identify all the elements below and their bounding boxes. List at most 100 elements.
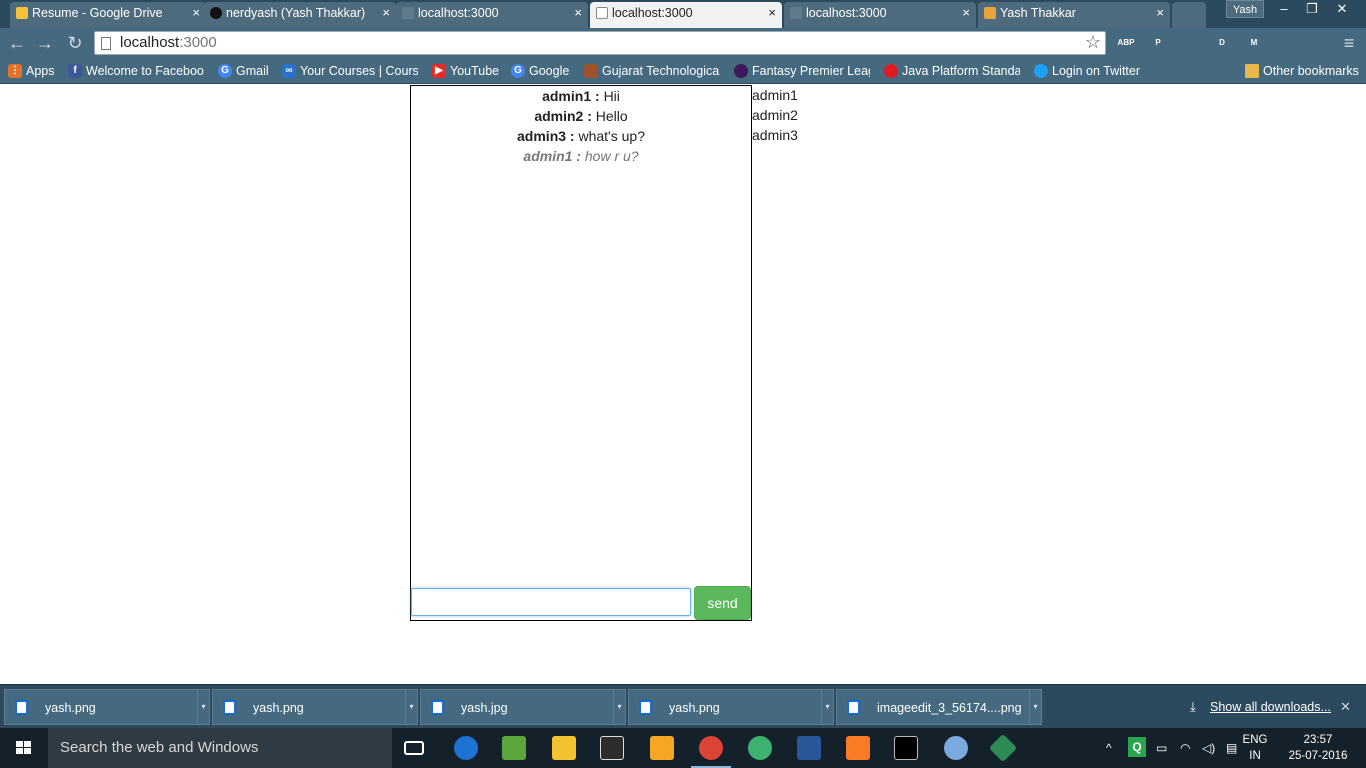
- menu-icon[interactable]: ≡: [1338, 32, 1360, 54]
- download-item[interactable]: yash.jpg ▾: [420, 689, 626, 725]
- tab-close-icon[interactable]: ×: [962, 2, 970, 24]
- chevron-down-icon[interactable]: ▾: [613, 690, 625, 724]
- page-icon: [790, 7, 802, 19]
- file-explorer-icon[interactable]: [552, 736, 576, 760]
- coursera-icon: ∞: [282, 64, 296, 78]
- message-user: admin1 :: [523, 148, 584, 164]
- tab-localhost-1[interactable]: localhost:3000 ×: [396, 2, 588, 28]
- start-button[interactable]: [0, 728, 48, 768]
- back-arrow-icon[interactable]: ←: [6, 32, 28, 54]
- chevron-down-icon[interactable]: ▾: [1029, 690, 1041, 724]
- taskbar-search-box[interactable]: Search the web and Windows: [48, 728, 392, 768]
- chevron-up-icon[interactable]: ^: [1106, 728, 1112, 768]
- word-icon[interactable]: [797, 736, 821, 760]
- online-user: admin1: [752, 87, 798, 103]
- extension-d-icon[interactable]: D: [1212, 33, 1232, 53]
- download-item[interactable]: yash.png ▾: [628, 689, 834, 725]
- bookmark-gmail[interactable]: G Gmail: [216, 62, 272, 80]
- message-username: admin2: [534, 108, 584, 124]
- clock-time: 23:57: [1303, 734, 1333, 746]
- chevron-down-icon[interactable]: ▾: [405, 690, 417, 724]
- paint-icon[interactable]: [944, 736, 968, 760]
- apps-icon: ⋮: [8, 64, 22, 78]
- github-icon: [210, 7, 222, 19]
- clock-date: 25-07-2016: [1288, 750, 1348, 762]
- gmail-checker-icon[interactable]: M: [1244, 33, 1264, 53]
- app-grid-icon[interactable]: [650, 736, 674, 760]
- address-bar[interactable]: localhost:3000 ☆: [94, 31, 1106, 55]
- bookmark-fantasy-premier-league[interactable]: Fantasy Premier Leag: [732, 62, 870, 80]
- bookmark-java-platform[interactable]: Java Platform Standar: [882, 62, 1020, 80]
- tab-localhost-3[interactable]: localhost:3000 ×: [784, 2, 976, 28]
- message-separator: :: [583, 108, 596, 124]
- tab-github-nerdyash[interactable]: nerdyash (Yash Thakkar) ×: [204, 2, 396, 28]
- task-view-icon[interactable]: [404, 741, 424, 755]
- card-extension-icon[interactable]: [1308, 33, 1328, 53]
- tab-localhost-active[interactable]: localhost:3000 ×: [590, 2, 782, 28]
- bookmark-coursera[interactable]: ∞ Your Courses | Course: [280, 62, 418, 80]
- send-button[interactable]: send: [694, 586, 751, 620]
- minimize-button[interactable]: –: [1270, 0, 1298, 18]
- tab-close-icon[interactable]: ×: [768, 2, 776, 24]
- message-separator: :: [591, 88, 604, 104]
- chrome-icon[interactable]: [691, 736, 731, 768]
- store-icon[interactable]: [600, 736, 624, 760]
- notifications-icon[interactable]: ▤: [1226, 728, 1237, 768]
- tab-yash-thakkar[interactable]: Yash Thakkar ×: [978, 2, 1170, 28]
- tab-close-icon[interactable]: ×: [1156, 2, 1164, 24]
- bookmark-apps[interactable]: ⋮ Apps: [6, 62, 62, 80]
- browser-tab-strip: Resume - Google Drive × nerdyash (Yash T…: [0, 0, 1366, 28]
- tab-resume-google-drive[interactable]: Resume - Google Drive ×: [10, 2, 206, 28]
- download-item[interactable]: yash.png ▾: [212, 689, 418, 725]
- cast-icon[interactable]: [1180, 33, 1200, 53]
- bookmark-other-bookmarks[interactable]: Other bookmarks: [1243, 62, 1363, 80]
- close-window-button[interactable]: ✕: [1328, 0, 1356, 18]
- pinterest-icon[interactable]: P: [1148, 33, 1168, 53]
- bookmark-google[interactable]: G Google: [509, 62, 575, 80]
- tray-q-icon[interactable]: Q: [1128, 737, 1146, 757]
- download-item[interactable]: imageedit_3_56174....png ▾: [836, 689, 1042, 725]
- tab-label: localhost:3000: [418, 6, 499, 20]
- close-icon[interactable]: ✕: [1340, 685, 1351, 729]
- profile-button[interactable]: Yash: [1226, 0, 1264, 18]
- wifi-icon[interactable]: ◠: [1180, 728, 1190, 768]
- show-all-downloads-link[interactable]: ⤓ Show all downloads...: [1190, 685, 1331, 729]
- bookmark-facebook[interactable]: f Welcome to Faceboo: [66, 62, 206, 80]
- reload-icon[interactable]: ↻: [64, 32, 86, 54]
- download-filename: yash.png: [45, 701, 96, 715]
- message-text: Hello: [595, 108, 628, 124]
- edge-icon[interactable]: [454, 736, 478, 760]
- terminal-icon[interactable]: [894, 736, 918, 760]
- image-editor-icon[interactable]: [502, 736, 526, 760]
- bookmark-star-icon[interactable]: ☆: [1085, 32, 1101, 53]
- bookmark-label: Java Platform Standar: [902, 64, 1020, 78]
- bookmark-gtu[interactable]: Gujarat Technological: [582, 62, 720, 80]
- twitter-icon: [1034, 64, 1048, 78]
- chevron-down-icon[interactable]: ▾: [197, 690, 209, 724]
- language-indicator[interactable]: ENG IN: [1240, 732, 1270, 764]
- address-url[interactable]: localhost:3000: [120, 34, 217, 51]
- forward-arrow-icon[interactable]: →: [34, 32, 56, 54]
- bookmark-label: YouTube: [450, 64, 500, 78]
- git-icon[interactable]: [988, 733, 1018, 763]
- system-clock[interactable]: 23:57 25-07-2016: [1286, 732, 1350, 764]
- message-input[interactable]: [411, 588, 691, 616]
- volume-icon[interactable]: ◁): [1202, 728, 1215, 768]
- chat-panel: admin1 : Hii admin2 : Hello admin3 : wha…: [410, 85, 752, 621]
- download-item[interactable]: yash.png ▾: [4, 689, 210, 725]
- bookmark-label: Your Courses | Course: [300, 64, 418, 78]
- chevron-down-icon[interactable]: ▾: [821, 690, 833, 724]
- battery-icon[interactable]: ▭: [1156, 728, 1167, 768]
- atom-icon[interactable]: [748, 736, 772, 760]
- tab-close-icon[interactable]: ×: [382, 2, 390, 24]
- xampp-icon[interactable]: [846, 736, 870, 760]
- restore-button[interactable]: ❐: [1298, 0, 1326, 18]
- tab-close-icon[interactable]: ×: [574, 2, 582, 24]
- bookmark-twitter[interactable]: Login on Twitter: [1032, 62, 1152, 80]
- bookmark-youtube[interactable]: ▶ YouTube: [430, 62, 502, 80]
- google-drive-extension-icon[interactable]: [1276, 33, 1296, 53]
- google-icon: G: [511, 64, 525, 78]
- tab-close-icon[interactable]: ×: [192, 2, 200, 24]
- new-tab-button[interactable]: [1172, 2, 1206, 28]
- adblock-plus-icon[interactable]: ABP: [1116, 33, 1136, 53]
